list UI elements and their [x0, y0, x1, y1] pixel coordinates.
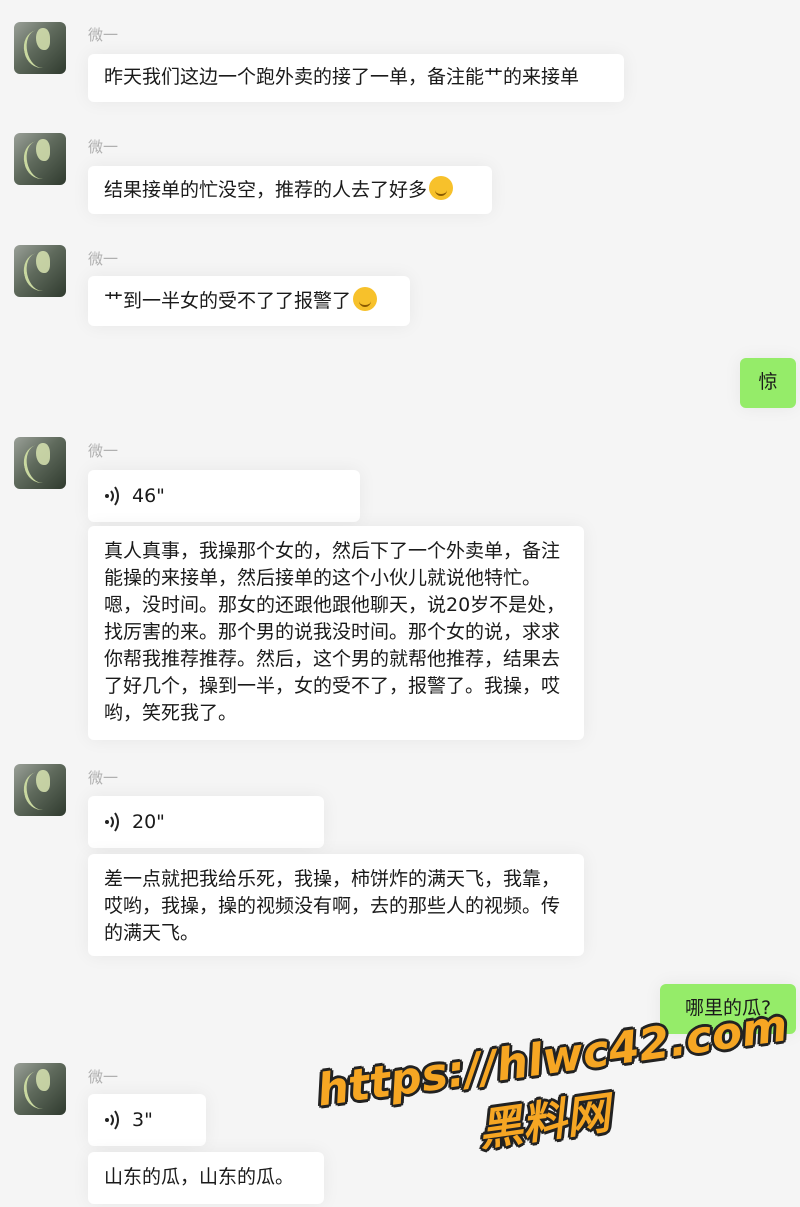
voice-duration: 3" — [132, 1109, 153, 1131]
contact-avatar[interactable] — [14, 22, 66, 74]
watermark: https://hlwc42.com 黑料网 — [314, 1000, 791, 1181]
voice-message[interactable]: 3" — [88, 1094, 206, 1146]
sender-name: 微一 — [88, 250, 119, 268]
contact-avatar[interactable] — [14, 245, 66, 297]
contact-avatar[interactable] — [14, 133, 66, 185]
contact-avatar[interactable] — [14, 437, 66, 489]
voice-message[interactable]: 20" — [88, 796, 324, 848]
message-bubble[interactable]: 昨天我们这边一个跑外卖的接了一单，备注能艹的来接单 — [88, 54, 624, 102]
voice-transcript[interactable]: 差一点就把我给乐死，我操，柿饼炸的满天飞，我靠，哎哟，我操，操的视频没有啊，去的… — [88, 854, 584, 956]
contact-avatar[interactable] — [14, 1063, 66, 1115]
voice-duration: 20" — [132, 811, 165, 833]
transcript-text: 真人真事，我操那个女的，然后下了一个外卖单，备注能操的来接单，然后接单的这个小伙… — [104, 540, 566, 724]
message-bubble[interactable]: 艹到一半女的受不了了报警了 — [88, 276, 410, 326]
message-text: 昨天我们这边一个跑外卖的接了一单，备注能艹的来接单 — [104, 66, 580, 88]
voice-transcript[interactable]: 山东的瓜，山东的瓜。 — [88, 1152, 324, 1204]
voice-wave-icon — [105, 1110, 119, 1130]
voice-message[interactable]: 46" — [88, 470, 360, 522]
message-text: 艹到一半女的受不了了报警了 — [104, 290, 352, 312]
emoji-icon — [353, 287, 378, 311]
sender-name: 微一 — [88, 138, 119, 156]
sender-name: 微一 — [88, 769, 119, 787]
transcript-text: 山东的瓜，山东的瓜。 — [104, 1166, 295, 1188]
contact-avatar[interactable] — [14, 764, 66, 816]
message-text: 惊 — [758, 371, 778, 393]
transcript-text: 差一点就把我给乐死，我操，柿饼炸的满天飞，我靠，哎哟，我操，操的视频没有啊，去的… — [104, 868, 561, 944]
sender-name: 微一 — [88, 1068, 119, 1086]
message-bubble[interactable]: 结果接单的忙没空，推荐的人去了好多 — [88, 166, 492, 214]
voice-wave-icon — [105, 812, 119, 832]
voice-duration: 46" — [132, 485, 165, 507]
sender-name: 微一 — [88, 442, 119, 460]
sender-name: 微一 — [88, 26, 119, 44]
voice-wave-icon — [105, 486, 119, 506]
emoji-icon — [429, 176, 454, 200]
voice-transcript[interactable]: 真人真事，我操那个女的，然后下了一个外卖单，备注能操的来接单，然后接单的这个小伙… — [88, 526, 584, 740]
my-message-bubble[interactable]: 惊 — [740, 358, 796, 408]
message-text: 结果接单的忙没空，推荐的人去了好多 — [104, 179, 428, 201]
